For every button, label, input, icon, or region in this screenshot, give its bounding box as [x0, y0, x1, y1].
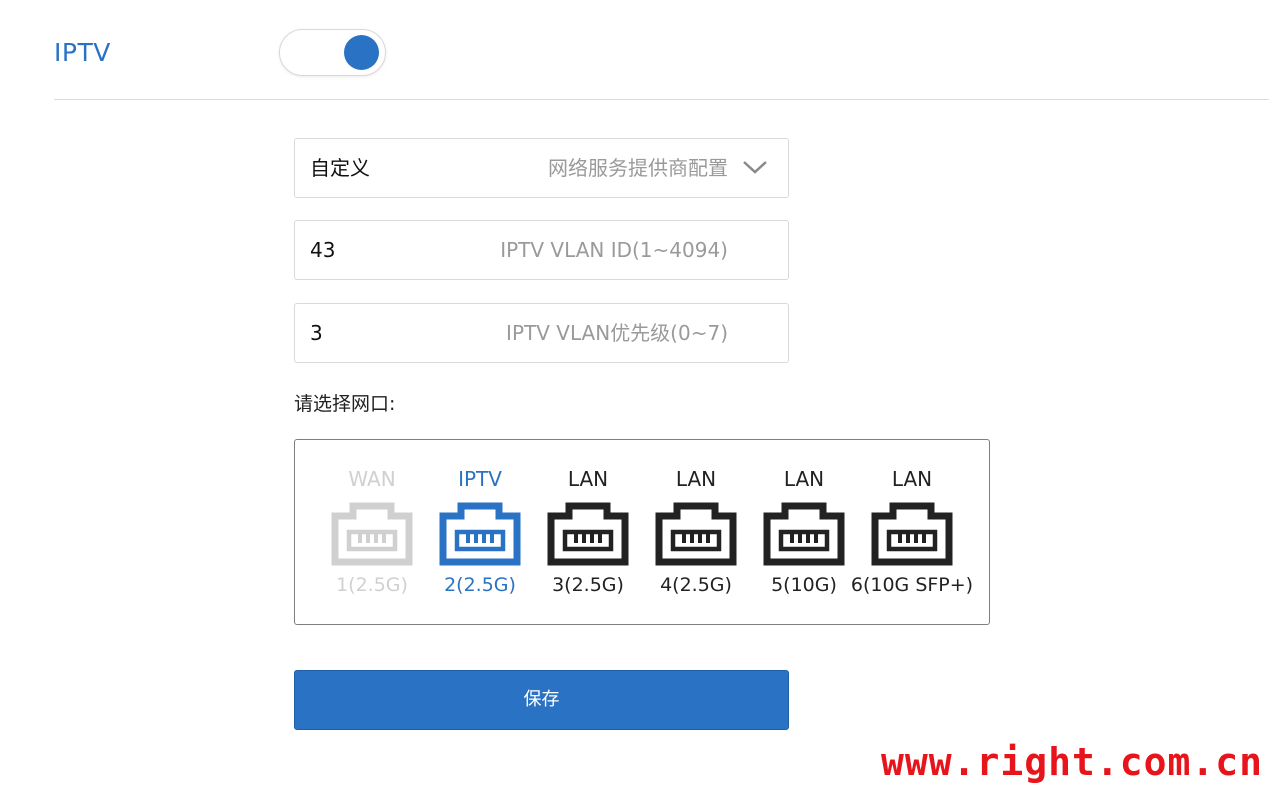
- port-6-speed: 6(10G SFP+): [850, 574, 974, 596]
- isp-profile-hint: 网络服务提供商配置: [548, 156, 728, 180]
- port-2-label: IPTV: [458, 467, 502, 491]
- port-5-label: LAN: [783, 467, 825, 491]
- ethernet-port-icon: [763, 502, 845, 566]
- ethernet-port-icon: [871, 502, 953, 566]
- iptv-toggle[interactable]: [279, 29, 386, 76]
- port-1: WAN 1(2.5G): [318, 464, 426, 604]
- port-6-label: LAN: [891, 467, 933, 491]
- port-3-label: LAN: [567, 467, 609, 491]
- port-1-label: WAN: [348, 467, 396, 491]
- toggle-knob: [344, 35, 379, 70]
- isp-profile-value: 自定义: [310, 156, 370, 180]
- ethernet-port-icon: [439, 502, 521, 566]
- chevron-down-icon: [743, 161, 767, 174]
- port-select-box: WAN 1(2.5G) IPTV 2(2.5G) LAN 3(2.5G) LAN…: [294, 439, 990, 625]
- vlan-id-value: 43: [310, 238, 336, 262]
- save-button[interactable]: 保存: [294, 670, 789, 730]
- ethernet-port-icon: [547, 502, 629, 566]
- vlan-priority-value: 3: [310, 321, 323, 345]
- port-4[interactable]: LAN 4(2.5G): [642, 464, 750, 604]
- ethernet-port-icon: [655, 502, 737, 566]
- ethernet-port-icon: [331, 502, 413, 566]
- page-title: IPTV: [54, 38, 111, 67]
- port-4-label: LAN: [675, 467, 717, 491]
- vlan-priority-input[interactable]: 3 IPTV VLAN优先级(0~7): [294, 303, 789, 363]
- port-5[interactable]: LAN 5(10G): [750, 464, 858, 604]
- port-6[interactable]: LAN 6(10G SFP+): [851, 464, 973, 604]
- vlan-id-hint: IPTV VLAN ID(1~4094): [500, 238, 728, 262]
- vlan-priority-hint: IPTV VLAN优先级(0~7): [506, 321, 728, 345]
- port-3[interactable]: LAN 3(2.5G): [534, 464, 642, 604]
- vlan-id-input[interactable]: 43 IPTV VLAN ID(1~4094): [294, 220, 789, 280]
- watermark: www.right.com.cn: [880, 740, 1263, 784]
- isp-profile-select[interactable]: 自定义 网络服务提供商配置: [294, 138, 789, 198]
- port-select-label: 请选择网口:: [294, 393, 396, 415]
- port-2[interactable]: IPTV 2(2.5G): [426, 464, 534, 604]
- divider: [54, 99, 1269, 100]
